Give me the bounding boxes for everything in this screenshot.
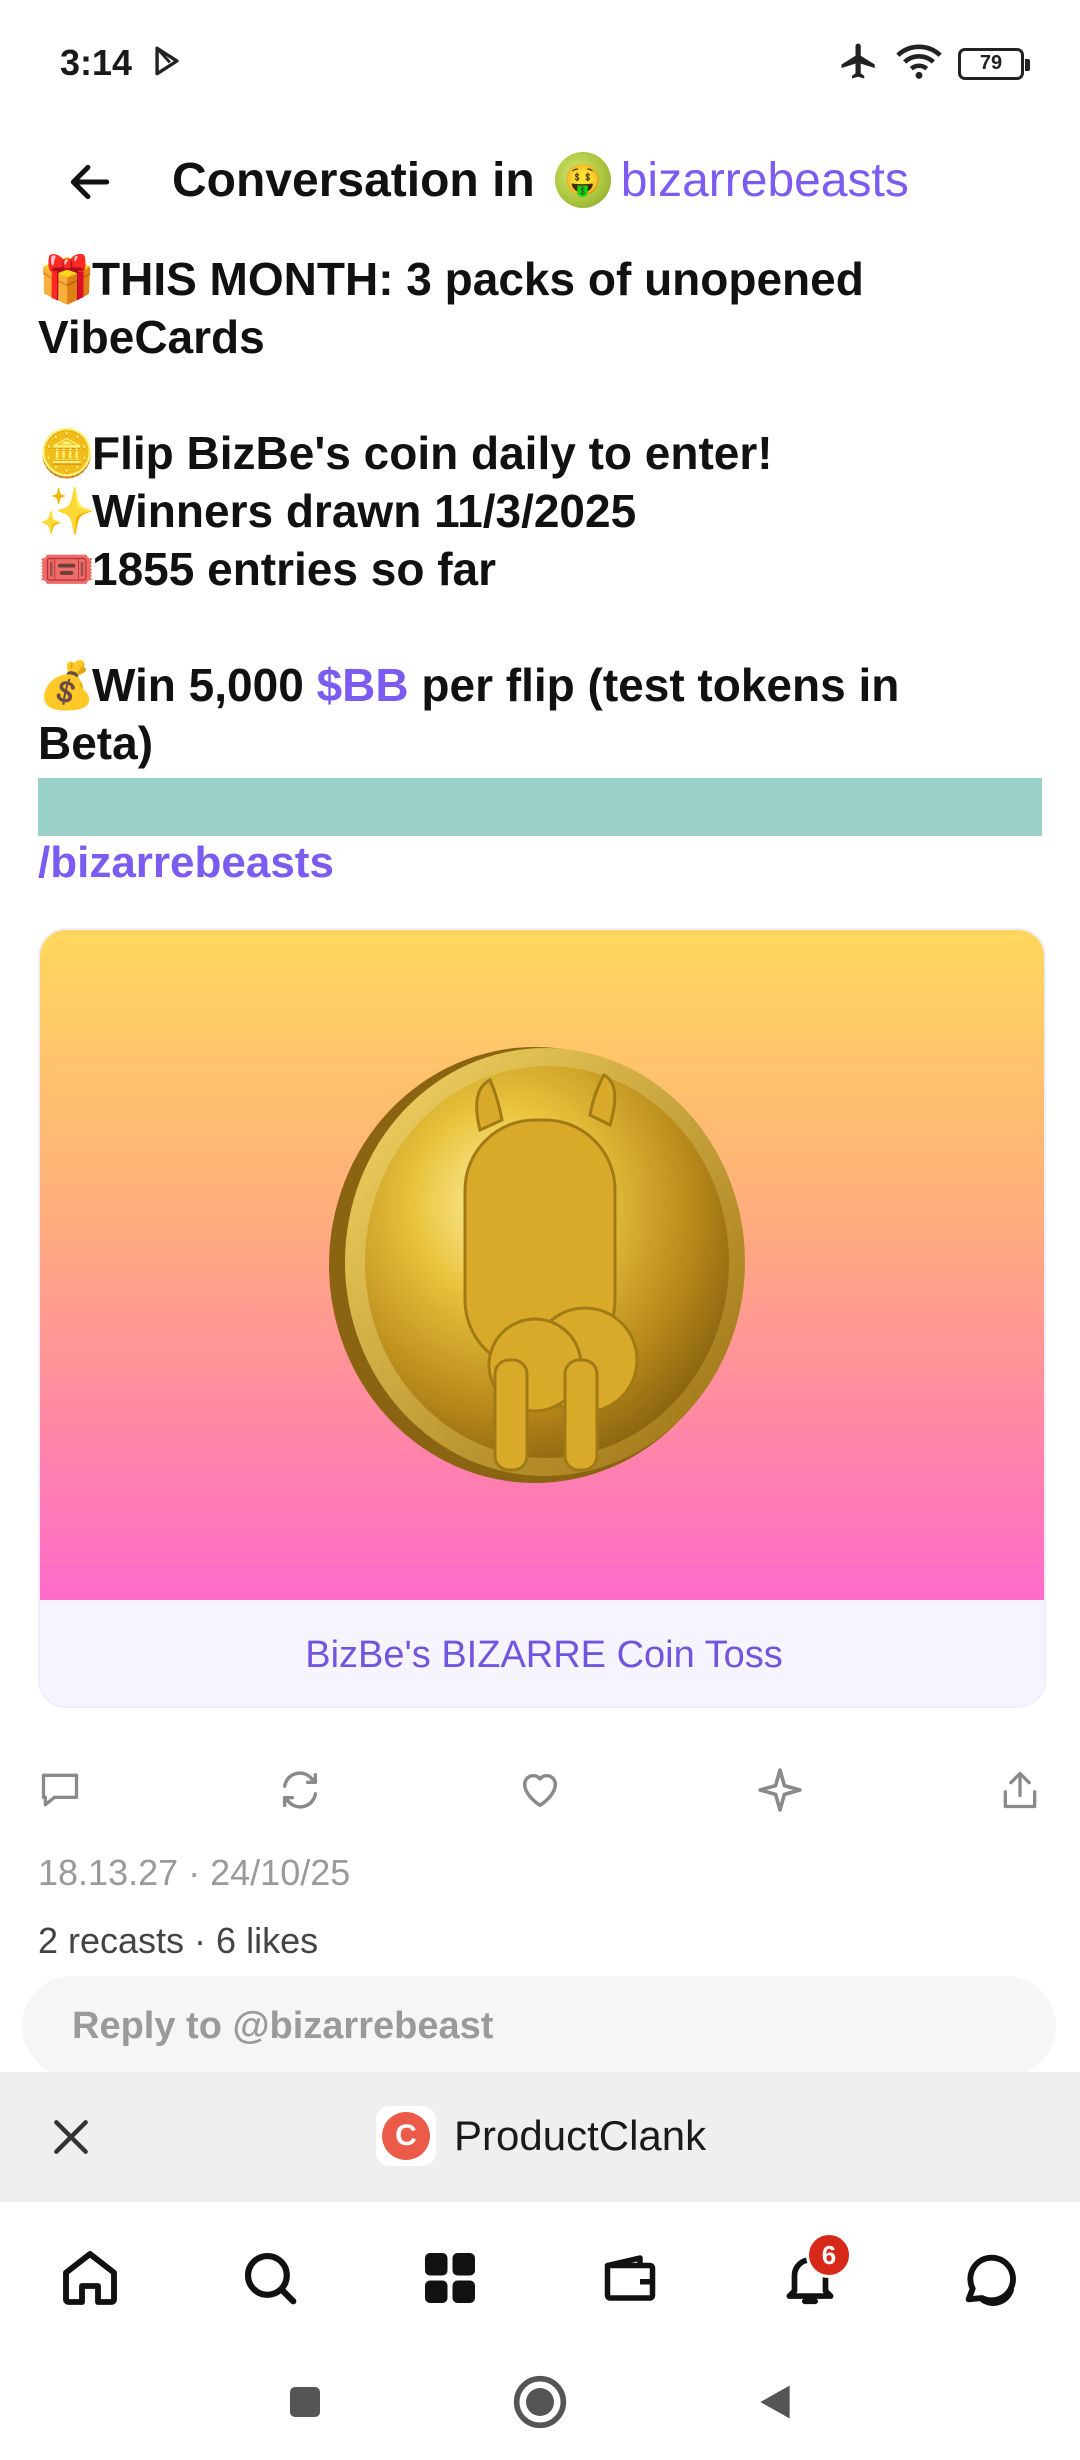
status-bar: 3:14 79	[0, 0, 1080, 130]
home-icon	[63, 2251, 117, 2305]
post-line: 🪙Flip BizBe's coin daily to enter!	[38, 424, 1048, 482]
channel-link[interactable]: /bizarrebeasts	[38, 838, 334, 888]
post-spacer	[38, 598, 1048, 656]
sparkles-icon: ✨	[38, 485, 96, 537]
system-navigation	[0, 2342, 1080, 2460]
close-icon	[54, 2120, 88, 2154]
comment-button[interactable]	[30, 1760, 90, 1820]
nav-messages[interactable]	[950, 2238, 1030, 2318]
play-store-icon	[150, 44, 184, 83]
recast-icon	[282, 1771, 318, 1809]
chat-icon	[965, 2254, 1016, 2306]
mini-app-embed-card[interactable]: BizBe's BIZARRE Coin Toss	[38, 928, 1046, 1708]
conversation-header: Conversation in 🤑 bizarrebeasts	[0, 130, 1080, 235]
post-line: 💰Win 5,000 $BB per flip (test tokens in	[38, 656, 1048, 714]
title-prefix: Conversation in	[172, 153, 535, 207]
embed-title: BizBe's BIZARRE Coin Toss	[305, 1633, 783, 1676]
back-system-button[interactable]	[745, 2372, 805, 2432]
airplane-icon	[838, 40, 880, 87]
heart-icon	[522, 1773, 558, 1808]
nav-wallet[interactable]	[590, 2238, 670, 2318]
channel-avatar[interactable]: 🤑	[554, 152, 611, 208]
share-icon	[1003, 1771, 1037, 1809]
page-title: Conversation in 🤑 bizarrebeasts	[172, 152, 909, 208]
nav-search[interactable]	[230, 2238, 310, 2318]
sparkle-icon	[758, 1768, 802, 1812]
status-time: 3:14	[60, 42, 133, 83]
mini-app-name: ProductClank	[454, 2112, 707, 2159]
nav-notifications[interactable]: 6	[770, 2232, 852, 2318]
notification-badge: 6	[806, 2232, 852, 2278]
comment-icon	[41, 1773, 79, 1807]
triangle-back-icon	[760, 2385, 790, 2419]
nav-home[interactable]	[50, 2238, 130, 2318]
battery-level: 79	[979, 52, 1003, 74]
recast-button[interactable]	[270, 1760, 330, 1820]
recents-button[interactable]	[275, 2372, 335, 2432]
search-icon	[244, 2252, 297, 2305]
close-mini-app-button[interactable]	[36, 2102, 106, 2172]
bottom-navigation: 6	[0, 2202, 1080, 2342]
apps-icon	[425, 2253, 475, 2303]
productclank-logo: C	[376, 2106, 436, 2166]
circle-icon	[513, 2375, 567, 2429]
post-line: VibeCards	[38, 311, 265, 363]
post-line: 🎁THIS MONTH: 3 packs of unopened	[38, 250, 1048, 308]
highlight-bar	[38, 778, 1042, 836]
square-icon	[290, 2387, 320, 2417]
mini-app-bar: C ProductClank	[0, 2072, 1080, 2202]
post-stats[interactable]: 2 recasts · 6 likes	[38, 1920, 318, 1958]
post-line: Beta)	[38, 717, 154, 769]
share-button[interactable]	[990, 1760, 1050, 1820]
back-button[interactable]	[60, 152, 120, 212]
token-link[interactable]: $BB	[317, 659, 409, 711]
post-actions	[0, 1760, 1080, 1830]
coin-icon: 🪙	[38, 427, 96, 479]
reply-input[interactable]: Reply to @bizarrebeast	[22, 1976, 1056, 2076]
post-timestamp: 18.13.27 · 24/10/25	[38, 1852, 351, 1893]
arrow-left-icon	[70, 164, 110, 200]
post-spacer	[38, 366, 1048, 424]
post-line: ✨Winners drawn 11/3/2025	[38, 482, 1048, 540]
wifi-icon	[896, 41, 942, 86]
tip-button[interactable]	[750, 1760, 810, 1820]
coin-image	[40, 930, 1044, 1600]
battery-icon: 79	[958, 47, 1030, 80]
post-body: 🎁THIS MONTH: 3 packs of unopened VibeCar…	[38, 250, 1048, 772]
like-button[interactable]	[510, 1760, 570, 1820]
channel-name-link[interactable]: bizarrebeasts	[621, 153, 909, 208]
money-bag-icon: 💰	[38, 659, 96, 711]
gift-icon: 🎁	[38, 253, 96, 305]
nav-apps[interactable]	[410, 2238, 490, 2318]
home-system-button[interactable]	[510, 2372, 570, 2432]
ticket-icon: 🎟️	[38, 543, 96, 595]
mini-app-title[interactable]: C ProductClank	[376, 2106, 706, 2166]
wallet-icon	[604, 2255, 656, 2301]
post-line: 🎟️1855 entries so far	[38, 540, 1048, 598]
